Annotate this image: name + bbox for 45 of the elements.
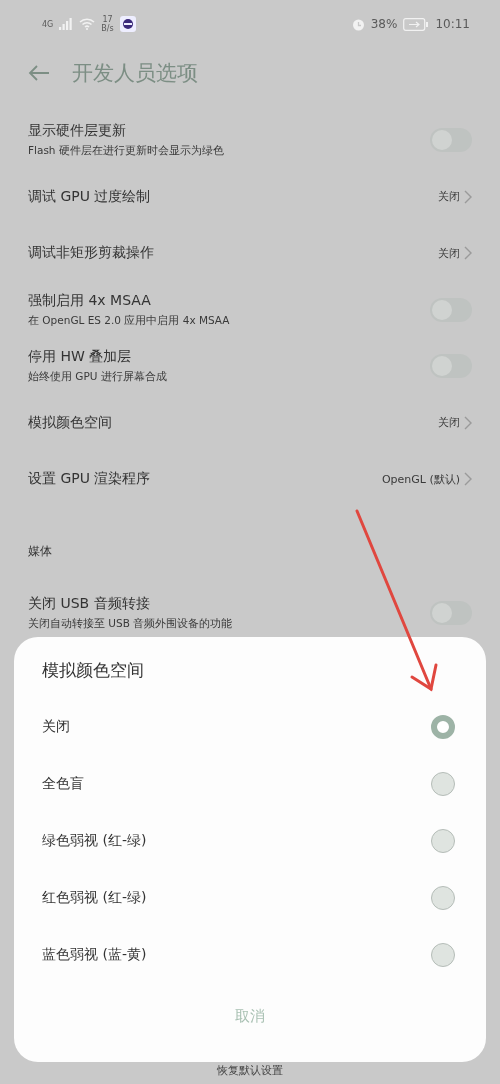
setting-title: 调试非矩形剪裁操作 — [28, 244, 155, 263]
setting-title: 模拟颜色空间 — [28, 413, 113, 432]
radio-button[interactable] — [431, 714, 455, 739]
radio-button[interactable] — [431, 942, 455, 967]
setting-value: 关闭 — [438, 415, 460, 431]
option-label[interactable]: 关闭 — [42, 717, 70, 736]
option-label[interactable]: 绿色弱视 (红-绿) — [42, 831, 147, 850]
section-header: 媒体 — [28, 542, 52, 560]
wifi-icon — [79, 18, 96, 30]
page-title: 开发人员选项 — [72, 60, 198, 87]
chevron-icon — [464, 189, 472, 204]
setting-description: Flash 硬件层在进行更新时会显示为绿色 — [28, 144, 225, 159]
network-speed: 17 — [102, 15, 113, 24]
setting-title: 设置 GPU 渲染程序 — [28, 470, 152, 489]
dialog-title: 模拟颜色空间 — [42, 659, 145, 682]
setting-value: 关闭 — [438, 189, 460, 205]
radio-button[interactable] — [431, 771, 455, 796]
radio-button[interactable] — [431, 828, 455, 853]
setting-title: 关闭 USB 音频转接 — [28, 594, 151, 613]
setting-value: 关闭 — [438, 245, 460, 261]
network-type: 4G — [42, 19, 54, 29]
setting-value: OpenGL (默认) — [381, 471, 460, 487]
speed-unit: B/s — [101, 24, 114, 33]
app-icon — [119, 16, 136, 32]
setting-title: 强制启用 4x MSAA — [28, 291, 152, 310]
setting-description: 始终使用 GPU 进行屏幕合成 — [28, 370, 168, 385]
chevron-icon — [464, 246, 472, 261]
battery-percent: 38% — [370, 17, 398, 31]
chevron-icon — [464, 415, 472, 430]
option-label[interactable]: 全色盲 — [42, 774, 84, 793]
clock-time: 10:11 — [435, 17, 470, 31]
setting-title: 调试 GPU 过度绘制 — [28, 187, 152, 206]
battery-icon — [403, 17, 430, 31]
setting-title: 显示硬件层更新 — [28, 122, 127, 141]
back-arrow-icon[interactable] — [28, 65, 50, 81]
alarm-icon — [351, 17, 365, 31]
chevron-icon — [464, 472, 472, 487]
signal-icon — [59, 18, 74, 30]
option-label[interactable]: 蓝色弱视 (蓝-黄) — [42, 945, 147, 964]
setting-title: 停用 HW 叠加层 — [28, 348, 133, 367]
setting-description: 关闭自动转接至 USB 音频外围设备的功能 — [28, 616, 234, 631]
restore-defaults-link[interactable]: 恢复默认设置 — [217, 1063, 283, 1078]
setting-description: 在 OpenGL ES 2.0 应用中启用 4x MSAA — [28, 313, 231, 328]
radio-button[interactable] — [431, 885, 455, 910]
option-label[interactable]: 红色弱视 (红-绿) — [42, 888, 147, 907]
